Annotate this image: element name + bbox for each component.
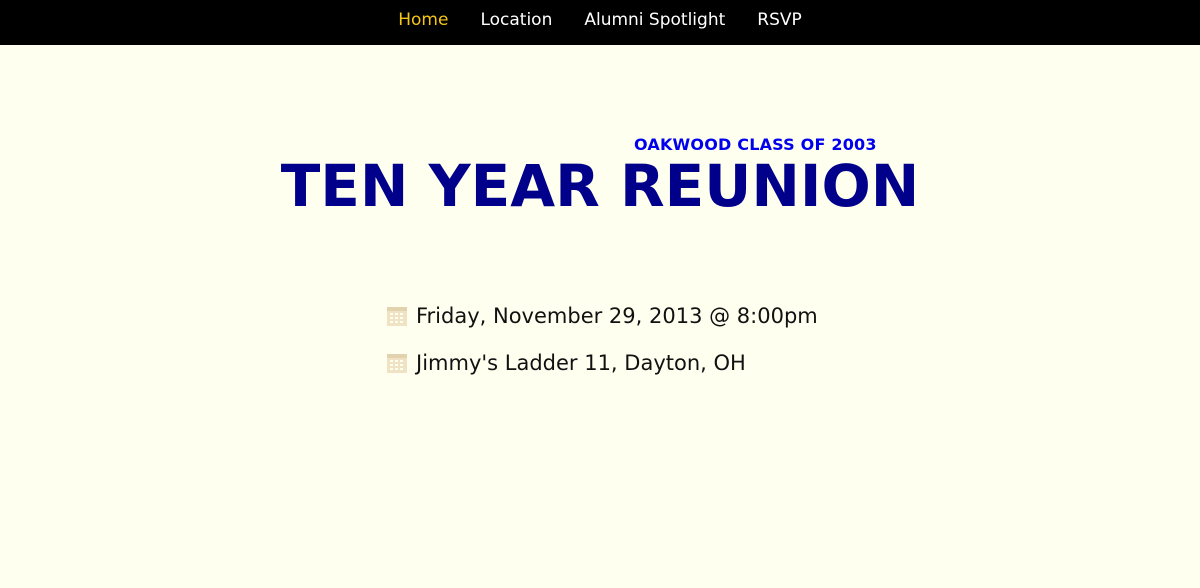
event-details: Friday, November 29, 2013 @ 8:00pm Jimmy… (386, 298, 886, 392)
hero-section: OAKWOOD CLASS OF 2003 TEN YEAR REUNION F… (0, 0, 1200, 588)
event-location-text: Jimmy's Ladder 11, Dayton, OH (416, 351, 746, 375)
event-date-text: Friday, November 29, 2013 @ 8:00pm (416, 304, 818, 328)
event-location-row: Jimmy's Ladder 11, Dayton, OH (386, 345, 886, 381)
calendar-icon (387, 307, 407, 326)
calendar-icon (387, 354, 407, 373)
page-title: TEN YEAR REUNION (280, 152, 920, 220)
event-date-row: Friday, November 29, 2013 @ 8:00pm (386, 298, 886, 334)
